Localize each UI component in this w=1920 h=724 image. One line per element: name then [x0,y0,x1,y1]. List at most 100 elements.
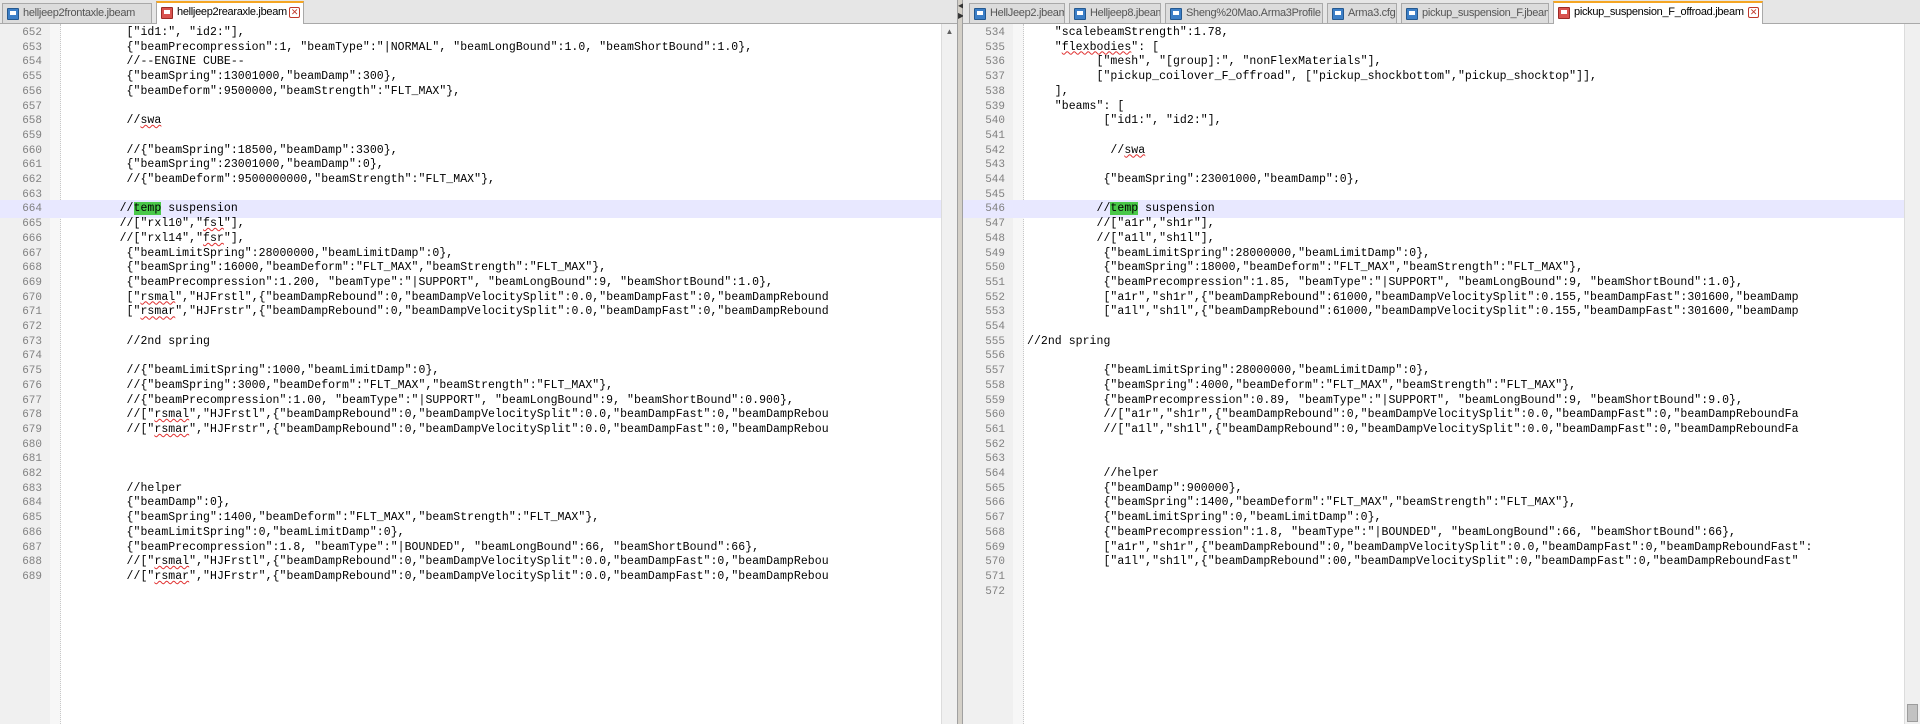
code-text-segment: {"beamSpring":1400,"beamDeform":"FLT_MAX… [64,511,600,525]
code-text-segment: //{"beamSpring":3000,"beamDeform":"FLT_M… [64,378,614,392]
editor-tab[interactable]: pickup_suspension_F.jbeam [1401,3,1549,23]
spellcheck-underline: rsmar [154,569,190,583]
code-text-segment: {"beamSpring":16000,"beamDeform":"FLT_MA… [64,261,607,275]
code-text-segment: [" [64,290,141,304]
code-text-segment: //["rxl14"," [64,231,204,245]
code-text-segment: //["a1r","sh1r"], [1027,217,1215,231]
code-text-segment: "beams": [ [1027,99,1125,113]
tab-label: pickup_suspension_F_offroad.jbeam [1574,6,1744,18]
right-code-area[interactable]: 534 "scalebeamStrength":1.78, 535 "flexbo… [963,24,1904,724]
code-text-segment: ","HJFrstr",{"beamDampRebound":0,"beamDa… [175,305,829,319]
editor-tab[interactable]: helljeep2frontaxle.jbeam [2,3,152,23]
spellcheck-underline: fsl [203,217,224,231]
file-icon [1332,8,1344,20]
code-text-segment: ["id1:", "id2:"], [64,26,245,39]
tab-label: helljeep2frontaxle.jbeam [23,7,136,19]
line-number: 689 [22,570,42,583]
tab-label: pickup_suspension_F.jbeam [1422,7,1549,19]
code-text-segment: //["a1l","sh1l",{"beamDampRebound":0,"be… [1027,422,1799,436]
tab-label: helljeep2rearaxle.jbeam [177,6,287,18]
code-text-segment: {"beamSpring":23001000,"beamDamp":0}, [64,158,384,172]
code-text-segment: ], [1027,84,1069,98]
search-match-highlight: temp [1110,202,1139,216]
code-text-segment: {"beamLimitSpring":28000000,"beamLimitDa… [64,246,454,260]
code-text-segment: //[" [64,555,155,569]
code-text-segment: {"beamSpring":4000,"beamDeform":"FLT_MAX… [1027,378,1577,392]
code-line[interactable]: 689 //["rsmar","HJFrstr",{"beamDampRebou… [0,568,941,586]
code-text-segment: {"beamLimitSpring":28000000,"beamLimitDa… [1027,246,1431,260]
code-text-segment: // [64,114,141,128]
code-text-segment: {"beamSpring":13001000,"beamDamp":300}, [64,70,398,84]
code-text-segment: // [1027,202,1111,216]
code-text-segment: //{"beamDeform":9500000000,"beamStrength… [64,173,495,186]
code-text-segment: " [1027,40,1062,54]
tab-label: HellJeep2.jbeam [990,7,1065,19]
code-text-segment: //helper [64,481,183,495]
left-editor-pane: helljeep2frontaxle.jbeam helljeep2rearaxl… [0,0,957,724]
file-icon [1406,8,1418,20]
code-text-segment: //["a1l","sh1l"], [1027,231,1215,245]
code-text-segment: {"beamLimitSpring":0,"beamLimitDamp":0}, [1027,511,1382,525]
code-text-segment: {"beamPrecompression":0.89, "beamType":"… [1027,393,1743,407]
code-text-segment: {"beamPrecompression":1, "beamType":"|NO… [64,40,753,54]
editor-tab[interactable]: Sheng%20Mao.Arma3Profile [1165,3,1323,23]
spellcheck-underline: rsmal [140,290,176,304]
code-text-segment: //["rxl10"," [64,217,204,231]
code-text-segment: ","HJFrstl",{"beamDampRebound":0,"beamDa… [175,290,829,304]
editor-tab[interactable]: HellJeep2.jbeam [969,3,1065,23]
tab-label: Arma3.cfg [1348,7,1396,19]
left-code-editor[interactable]: 652 ["id1:", "id2:"], 653 {"beamPrecompre… [0,24,957,724]
code-text-segment: ": [ [1131,40,1160,54]
spellcheck-underline: swa [1124,143,1146,157]
code-text-segment: //helper [1027,467,1160,480]
code-text-segment: {"beamSpring":23001000,"beamDamp":0}, [1027,173,1361,186]
file-icon [1558,7,1570,19]
code-text-segment: ","HJFrstr",{"beamDampRebound":0,"beamDa… [189,422,829,436]
editor-tab[interactable]: helljeep2rearaxle.jbeam ✕ [156,1,304,24]
code-text-segment: //{"beamPrecompression":1.00, "beamType"… [64,393,794,407]
spellcheck-underline: rsmal [154,555,190,569]
file-icon [7,8,19,20]
code-text-segment: {"beamSpring":1400,"beamDeform":"FLT_MAX… [1027,496,1577,510]
code-text-segment: ","HJFrstl",{"beamDampRebound":0,"beamDa… [189,408,829,422]
code-text-segment: //2nd spring [64,334,210,348]
scrollbar-thumb[interactable] [1907,704,1918,722]
search-match-highlight: temp [133,202,162,216]
code-text-segment: ["a1r","sh1r",{"beamDampRebound":61000,"… [1027,290,1799,304]
code-line[interactable]: 572 [963,583,1904,601]
code-text-segment: ["pickup_coilover_F_offroad", ["pickup_s… [1027,70,1597,84]
code-text-segment: suspension [1138,202,1215,216]
file-icon [1074,8,1086,20]
editor-tab[interactable]: Arma3.cfg [1327,3,1397,23]
code-text: //["rsmar","HJFrstr",{"beamDampRebound":… [64,568,829,586]
code-text-segment: //{"beamLimitSpring":1000,"beamLimitDamp… [64,364,440,378]
left-code-area[interactable]: 652 ["id1:", "id2:"], 653 {"beamPrecompre… [0,24,941,724]
spellcheck-underline: rsmal [154,408,190,422]
file-icon [1170,8,1182,20]
close-tab-icon[interactable]: ✕ [289,7,300,18]
line-number: 572 [985,585,1005,598]
code-text-segment: //[" [64,408,155,422]
code-text-segment: {"beamPrecompression":1.8, "beamType":"|… [1027,525,1737,539]
code-text-segment: {"beamDamp":900000}, [1027,481,1243,495]
right-code-editor[interactable]: 534 "scalebeamStrength":1.78, 535 "flexbo… [963,24,1920,724]
code-text-segment: //2nd spring [1027,334,1111,348]
right-vertical-scrollbar[interactable] [1904,24,1920,724]
code-text-segment: {"beamLimitSpring":0,"beamLimitDamp":0}, [64,525,405,539]
left-vertical-scrollbar[interactable]: ▲ [941,24,957,724]
code-text-segment: suspension [161,202,238,216]
code-text-segment: ","HJFrstl",{"beamDampRebound":0,"beamDa… [189,555,829,569]
editor-tab[interactable]: pickup_suspension_F_offroad.jbeam ✕ [1553,1,1763,24]
editor-tab[interactable]: Helljeep8.jbeam [1069,3,1161,23]
code-text-segment: [" [64,305,141,319]
scroll-up-arrow-icon[interactable]: ▲ [942,24,957,40]
code-text-segment: "], [223,217,245,231]
code-text-segment: {"beamSpring":18000,"beamDeform":"FLT_MA… [1027,261,1584,275]
code-text-segment: {"beamPrecompression":1.8, "beamType":"|… [64,540,760,554]
spellcheck-underline: fsr [203,231,224,245]
spellcheck-underline: rsmar [140,305,176,319]
code-text-segment: {"beamPrecompression":1.200, "beamType":… [64,275,774,289]
code-text-segment: //[" [64,569,155,583]
close-tab-icon[interactable]: ✕ [1748,7,1759,18]
code-text-segment: ["id1:", "id2:"], [1027,114,1222,128]
